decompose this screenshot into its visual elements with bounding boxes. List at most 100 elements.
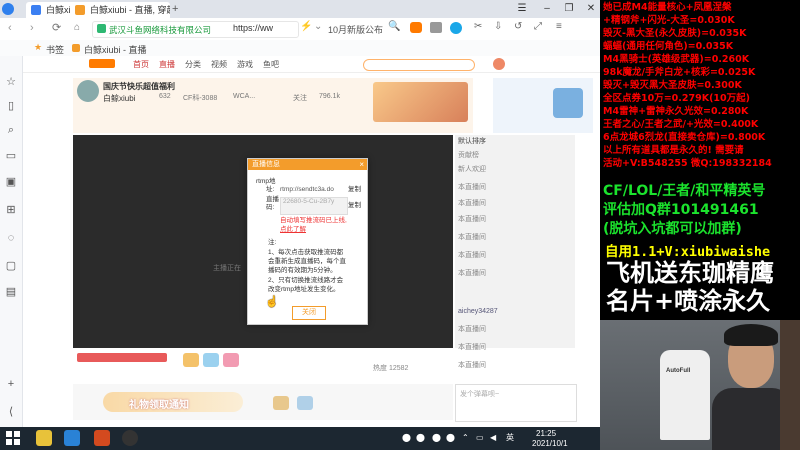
nav-item-live[interactable]: 直播	[159, 59, 175, 70]
minimize-icon[interactable]: –	[540, 2, 554, 16]
forward-icon[interactable]: ›	[30, 22, 34, 34]
close-icon[interactable]: ×	[359, 159, 364, 170]
nav-item-category[interactable]: 分类	[185, 59, 201, 70]
cut-icon[interactable]: ✂	[474, 21, 482, 32]
bookmarks-label[interactable]: 书签	[46, 43, 64, 56]
follow-label[interactable]: 关注	[293, 93, 307, 103]
side-promo[interactable]	[493, 78, 593, 133]
game-icon[interactable]	[410, 22, 422, 33]
obs-app-icon[interactable]	[122, 430, 138, 446]
secure-lock-icon	[97, 24, 106, 33]
nav-item-game[interactable]: 游戏	[237, 59, 253, 70]
tray-icon[interactable]: ⬤	[432, 433, 441, 443]
close-button[interactable]: 关闭	[292, 306, 326, 320]
grid-icon[interactable]	[430, 22, 442, 33]
note-icon[interactable]: ▤	[5, 286, 17, 298]
chevron-down-icon[interactable]: ⌄	[314, 21, 322, 32]
news-link[interactable]: 10月新版公布	[328, 23, 383, 36]
note-line: 会重新生成直播码，每个直	[268, 258, 346, 265]
streamer-avatar[interactable]	[77, 80, 99, 102]
gift-tag[interactable]	[77, 353, 167, 362]
promo-image[interactable]	[373, 82, 468, 122]
ime-indicator[interactable]: 英	[506, 433, 514, 443]
star-icon[interactable]: ☆	[5, 76, 17, 88]
note-line: 播码的有效期为5分钟。	[268, 267, 337, 274]
gift-icon[interactable]	[297, 396, 313, 410]
overlay-price-line: M4黑骑士(英雄级武器)=0.260K	[603, 54, 750, 65]
clock-time[interactable]: 21:25	[536, 429, 556, 439]
cart-icon[interactable]: ⊞	[5, 204, 17, 216]
tray-icon[interactable]: ⬤	[446, 433, 455, 443]
bookmark-item[interactable]: 白鲸xiubi - 直播	[84, 43, 147, 56]
panel-row[interactable]: 默认排序	[458, 136, 572, 148]
shelf	[780, 320, 800, 450]
nav-item-bar[interactable]: 鱼吧	[263, 59, 279, 70]
site-favicon-icon	[31, 5, 41, 15]
restore-icon[interactable]: ❐	[562, 2, 576, 16]
copy-code-button[interactable]: 复制	[348, 202, 361, 210]
lightning-icon[interactable]: ⚡	[300, 21, 312, 32]
streamer-hair	[724, 324, 778, 346]
volume-icon[interactable]: ◀	[490, 433, 496, 443]
security-org-label: 武汉斗鱼网络科技有限公司	[109, 25, 212, 35]
windows-start-icon[interactable]	[6, 431, 20, 445]
home-icon[interactable]: ⌂	[74, 22, 80, 33]
rtmp-value[interactable]: rtmp://sendtc3a.do	[280, 186, 334, 194]
close-window-icon[interactable]: ✕	[584, 2, 598, 16]
app-icon[interactable]	[36, 430, 52, 446]
history-icon[interactable]: ↺	[514, 21, 522, 32]
gift-icon[interactable]	[183, 353, 199, 367]
box-icon[interactable]: ▣	[5, 176, 17, 188]
gift-icon[interactable]	[273, 396, 289, 410]
stream-code-field[interactable]: 22680-5-Cu-2B7y	[280, 197, 348, 215]
game-app-icon[interactable]	[94, 430, 110, 446]
avatar[interactable]	[493, 58, 505, 70]
player-hint: 主播正在	[213, 265, 241, 272]
site-logo[interactable]	[89, 59, 115, 68]
room-meta-2: CF科-3088	[183, 95, 218, 102]
extension-icon[interactable]	[450, 22, 462, 34]
more-icon[interactable]: ≡	[556, 21, 562, 32]
browser-app-icon[interactable]	[64, 430, 80, 446]
menu-icon[interactable]: ☰	[515, 2, 529, 16]
nav-item-video[interactable]: 视频	[211, 59, 227, 70]
overlay-price-line: 蝠蝠(通用任何角色)=0.035K	[603, 41, 734, 52]
browser-sidebar: ☆ ▯ ⌕ ▭ ▣ ⊞ ◌ ▢ ▤ + ⟨	[0, 56, 23, 427]
gift-icon[interactable]	[203, 353, 219, 367]
add-icon[interactable]: +	[5, 378, 17, 390]
collapse-icon[interactable]: ⟨	[5, 406, 17, 418]
gift-notice-text: 礼物领取通知	[129, 400, 189, 411]
clock-date[interactable]: 2021/10/1	[532, 439, 568, 449]
panel-row[interactable]: 贡献榜	[458, 150, 572, 162]
chat-input[interactable]: 发个弹幕呗~	[455, 384, 577, 422]
building-icon	[553, 88, 583, 118]
streamer-name[interactable]: 白鲸xiubi	[103, 93, 135, 104]
gift-notice-banner[interactable]: 礼物领取通知	[103, 392, 243, 412]
banner-title: 国庆节快乐超值福利	[103, 82, 175, 91]
download-icon[interactable]: ⇩	[494, 21, 502, 32]
overlay-price-line: 毁灭+毁灭黑大圣皮肤=0.300K	[603, 80, 742, 91]
book-icon[interactable]: ▯	[5, 100, 17, 112]
url-field[interactable]: 武汉斗鱼网络科技有限公司 https://ww	[92, 21, 299, 38]
site-search-input[interactable]	[363, 59, 475, 71]
refresh-icon[interactable]: ⟳	[52, 21, 61, 34]
network-icon[interactable]: ▭	[476, 433, 484, 443]
learn-more-link[interactable]: 点此了解	[280, 226, 306, 234]
overlay-price-line: 活动+V:B548255 微Q:198332184	[603, 158, 772, 169]
tray-icon[interactable]: ⬤	[402, 433, 411, 443]
screenshot-icon[interactable]: ⤢	[534, 21, 542, 32]
room-meta-3: WCA...	[233, 93, 256, 100]
file-icon[interactable]: ▢	[5, 260, 17, 272]
tab-2[interactable]: 白鲸xiubi - 直播, 穿越火线直播,虎牙	[70, 2, 170, 18]
chevron-up-icon[interactable]: ⌃	[462, 433, 469, 443]
tray-icon[interactable]: ⬤	[416, 433, 425, 443]
chat-icon[interactable]: ◌	[5, 232, 17, 244]
nav-item-home[interactable]: 首页	[133, 59, 149, 70]
gift-icon[interactable]	[223, 353, 239, 367]
copy-rtmp-button[interactable]: 复制	[348, 186, 361, 194]
new-tab-icon[interactable]: +	[172, 4, 182, 15]
back-icon[interactable]: ‹	[8, 22, 12, 34]
search-icon[interactable]: ⌕	[5, 124, 17, 136]
video-icon[interactable]: ▭	[5, 150, 17, 162]
search-icon[interactable]: 🔍	[388, 21, 400, 32]
